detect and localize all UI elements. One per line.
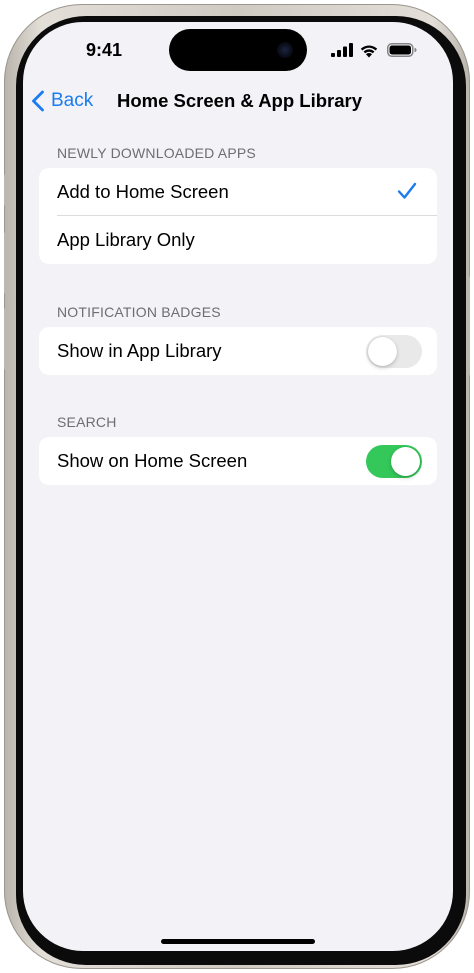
status-time: 9:41 (85, 40, 123, 60)
action-button (4, 174, 9, 206)
toggle-knob (391, 447, 420, 476)
row-show-on-home-screen: Show on Home Screen (39, 437, 437, 485)
checkmark-icon (397, 182, 417, 199)
signal-icon (331, 43, 353, 57)
row-label: App Library Only (57, 229, 195, 250)
dynamic-island (169, 29, 307, 71)
section-header-newly-downloaded: NEWLY DOWNLOADED APPS (57, 145, 256, 161)
page-title: Home Screen & App Library (117, 90, 363, 111)
show-on-home-screen-toggle[interactable] (366, 445, 422, 478)
group-notification-badges: Show in App Library (39, 327, 437, 375)
battery-icon (387, 43, 417, 57)
row-show-in-app-library: Show in App Library (39, 327, 437, 375)
show-in-app-library-toggle[interactable] (366, 335, 422, 368)
back-button[interactable]: Back (31, 88, 93, 114)
group-newly-downloaded: Add to Home Screen App Library Only (39, 168, 437, 264)
section-header-notification-badges: NOTIFICATION BADGES (57, 304, 221, 320)
toggle-knob (368, 337, 397, 366)
volume-up-button (4, 232, 9, 294)
row-label: Show in App Library (57, 340, 222, 361)
home-indicator[interactable] (161, 939, 315, 944)
section-header-search: SEARCH (57, 414, 117, 430)
row-app-library-only[interactable]: App Library Only (39, 216, 437, 264)
front-camera-icon (277, 42, 293, 58)
back-label: Back (51, 90, 94, 111)
row-add-to-home-screen[interactable]: Add to Home Screen (39, 168, 437, 216)
chevron-left-icon (32, 90, 44, 112)
screen: 9:41 Back Home Screen & App Library NEWL… (23, 22, 453, 951)
group-search: Show on Home Screen (39, 437, 437, 485)
volume-down-button (4, 308, 9, 370)
status-icons (329, 42, 429, 58)
row-label: Add to Home Screen (57, 181, 229, 202)
row-label: Show on Home Screen (57, 450, 248, 471)
wifi-icon (360, 45, 378, 58)
